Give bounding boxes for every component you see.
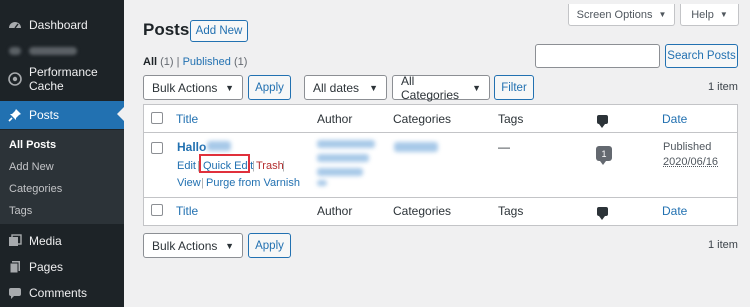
bulk-actions-value: Bulk Actions — [152, 238, 218, 253]
post-date: 2020/06/16 — [663, 156, 719, 168]
sidebar-item-performance-cache[interactable]: Performance Cache — [0, 65, 124, 93]
blurred-label — [29, 47, 77, 55]
submenu-tags[interactable]: Tags — [9, 205, 32, 217]
status-filter-links: All (1) | Published (1) — [143, 56, 247, 68]
blurred-author — [317, 140, 375, 148]
screen-options-button[interactable]: Screen Options ▼ — [568, 4, 675, 26]
column-author-header: Author — [317, 112, 353, 126]
categories-value: All Categories — [401, 73, 460, 102]
column-title-header[interactable]: Title — [176, 112, 198, 126]
blurred-category — [394, 142, 438, 152]
edit-link[interactable]: Edit — [177, 160, 196, 172]
dates-select[interactable]: All dates ▼ — [304, 75, 387, 100]
posts-submenu: All Posts Add New Categories Tags — [0, 130, 124, 224]
view-link[interactable]: View — [177, 177, 201, 189]
purge-varnish-link[interactable]: Purge from Varnish — [206, 177, 300, 189]
sidebar-item-blurred[interactable] — [0, 38, 124, 64]
sidebar-item-dashboard[interactable]: Dashboard — [0, 12, 124, 38]
pages-icon — [8, 260, 22, 274]
select-all-checkbox-bottom[interactable] — [151, 204, 163, 216]
submenu-all-posts[interactable]: All Posts — [9, 139, 56, 151]
caret-down-icon: ▼ — [658, 10, 667, 19]
filter-button[interactable]: Filter — [494, 75, 534, 100]
submenu-add-new[interactable]: Add New — [9, 161, 54, 173]
separator: | — [201, 177, 204, 189]
sidebar-item-label: Posts — [29, 108, 60, 122]
column-tags-footer: Tags — [498, 204, 524, 218]
sidebar-item-posts[interactable]: Posts — [0, 101, 124, 129]
sidebar-item-label: Comments — [29, 286, 88, 300]
bulk-actions-select-top[interactable]: Bulk Actions ▼ — [143, 75, 243, 100]
item-count-bottom: 1 item — [708, 239, 738, 251]
item-count-top: 1 item — [708, 81, 738, 93]
dashboard-icon — [8, 18, 22, 32]
comment-icon — [597, 115, 608, 128]
help-button[interactable]: Help ▼ — [680, 4, 739, 26]
sidebar-item-label: Performance Cache — [29, 65, 98, 93]
blurred-author — [317, 180, 327, 186]
page-title: Posts — [143, 20, 190, 39]
filter-separator: | — [176, 56, 180, 68]
admin-sidebar: Dashboard Performance Cache Posts All Po… — [0, 0, 124, 307]
sidebar-item-media[interactable]: Media — [0, 228, 124, 254]
comment-count: 1 — [601, 148, 607, 159]
column-date-footer[interactable]: Date — [662, 204, 687, 218]
divider — [144, 132, 737, 133]
bulk-actions-value: Bulk Actions — [152, 80, 218, 95]
pin-icon — [8, 108, 22, 122]
column-categories-footer: Categories — [393, 204, 452, 218]
apply-button-top[interactable]: Apply — [248, 75, 291, 100]
blurred-title — [207, 141, 231, 151]
sidebar-item-label: Media — [29, 234, 62, 248]
chevron-down-icon: ▼ — [472, 82, 481, 93]
performance-cache-icon — [8, 72, 22, 86]
select-all-checkbox-top[interactable] — [151, 112, 163, 124]
sidebar-item-pages[interactable]: Pages — [0, 254, 124, 280]
filter-all-count: (1) — [160, 56, 174, 68]
sidebar-item-label: Pages — [29, 260, 64, 274]
row-checkbox[interactable] — [151, 142, 163, 154]
search-input[interactable] — [535, 44, 660, 68]
sidebar-item-label: Dashboard — [29, 18, 88, 32]
column-author-footer: Author — [317, 204, 353, 218]
trash-link[interactable]: Trash — [256, 160, 284, 172]
apply-button-bottom[interactable]: Apply — [248, 233, 291, 258]
tags-value: — — [498, 140, 510, 154]
bulk-actions-select-bottom[interactable]: Bulk Actions ▼ — [143, 233, 243, 258]
comment-count-bubble[interactable]: 1 — [596, 146, 612, 165]
column-tags-header: Tags — [498, 112, 524, 126]
column-date-header[interactable]: Date — [662, 112, 687, 126]
filter-published-count: (1) — [233, 56, 248, 68]
separator: | — [282, 160, 285, 172]
dates-value: All dates — [313, 80, 360, 95]
comment-icon — [597, 207, 608, 220]
filter-published[interactable]: Published — [183, 56, 231, 68]
blurred-author — [317, 168, 363, 176]
column-title-footer[interactable]: Title — [176, 204, 198, 218]
post-status: Published — [663, 141, 712, 153]
comments-icon — [8, 286, 22, 300]
submenu-categories[interactable]: Categories — [9, 183, 62, 195]
filter-all[interactable]: All — [143, 56, 157, 68]
highlight-annotation — [199, 154, 250, 173]
chevron-down-icon: ▼ — [369, 82, 378, 93]
help-label: Help — [691, 8, 714, 21]
search-posts-button[interactable]: Search Posts — [665, 44, 738, 68]
categories-select[interactable]: All Categories ▼ — [392, 73, 490, 102]
chevron-down-icon: ▼ — [225, 240, 234, 251]
media-icon — [8, 234, 22, 248]
screen-options-label: Screen Options — [576, 8, 653, 21]
caret-down-icon: ▼ — [719, 10, 728, 19]
column-categories-header: Categories — [393, 112, 452, 126]
chevron-down-icon: ▼ — [225, 82, 234, 93]
add-new-button[interactable]: Add New — [190, 20, 248, 42]
blurred-plugin-icon — [8, 44, 22, 58]
post-title-link[interactable]: Hallo — [177, 140, 206, 154]
blurred-author — [317, 154, 369, 162]
divider — [144, 197, 737, 198]
separator: | — [252, 160, 255, 172]
sidebar-item-comments[interactable]: Comments — [0, 280, 124, 306]
